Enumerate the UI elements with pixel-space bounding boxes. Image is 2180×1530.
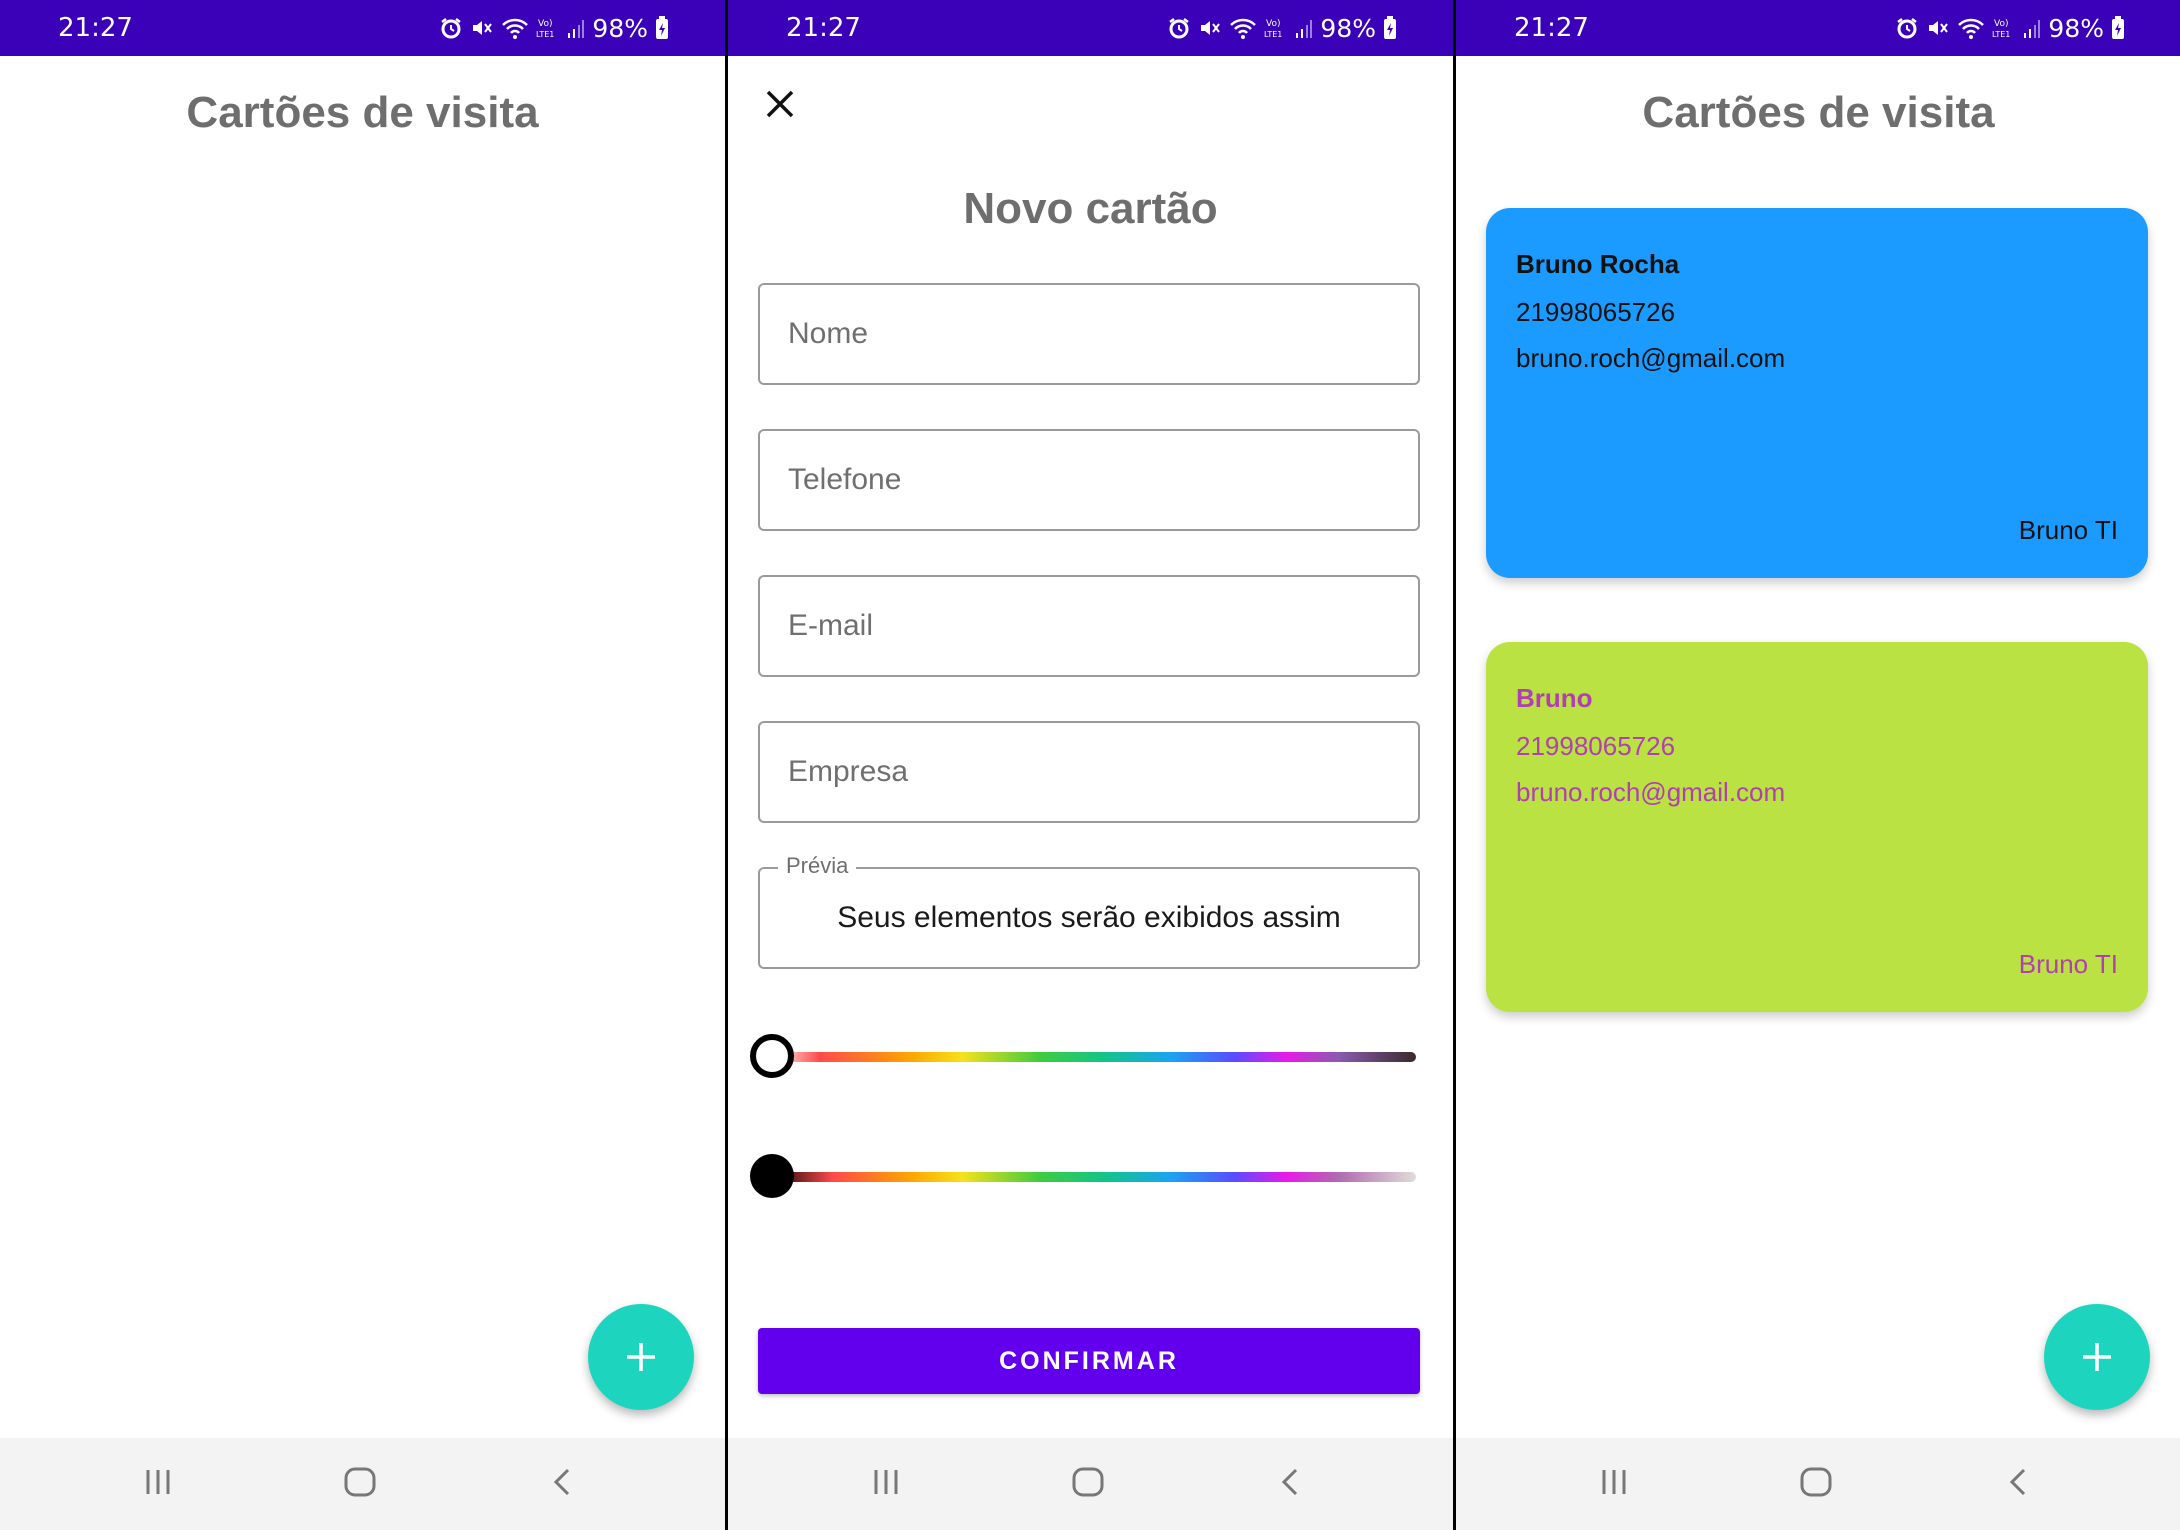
- wifi-icon: [1230, 18, 1257, 39]
- slider-track[interactable]: [768, 1172, 1416, 1182]
- svg-text:Vo): Vo): [1266, 19, 1280, 29]
- alarm-icon: [1169, 18, 1190, 39]
- recents-icon[interactable]: [870, 1464, 902, 1500]
- alarm-icon: [441, 18, 462, 39]
- confirm-button[interactable]: CONFIRMAR: [758, 1328, 1420, 1394]
- slider-thumb[interactable]: [750, 1154, 794, 1198]
- preview-box: Prévia Seus elementos serão exibidos ass…: [758, 853, 1420, 969]
- mute-icon: [1201, 21, 1221, 35]
- status-time: 21:27: [786, 13, 861, 43]
- battery-icon: [656, 16, 668, 39]
- email-field[interactable]: [758, 575, 1420, 677]
- navigation-bar: [0, 1438, 725, 1530]
- wifi-icon: [1958, 18, 1985, 39]
- navigation-bar: [728, 1438, 1453, 1530]
- status-time: 21:27: [1514, 13, 1589, 43]
- card-company: Bruno TI: [2018, 949, 2118, 979]
- close-button[interactable]: [758, 82, 802, 126]
- navigation-bar: [1456, 1438, 2180, 1530]
- card-phone: 21998065726: [1516, 297, 1676, 327]
- business-card[interactable]: Bruno Rocha 21998065726 bruno.roch@gmail…: [1486, 208, 2148, 578]
- screen-card-list: 21:27 Vo) LTE1 98% Cartões de visita Brun…: [1456, 0, 2180, 1530]
- svg-text:Vo): Vo): [538, 19, 552, 29]
- home-icon[interactable]: [1798, 1464, 1834, 1500]
- card-company: Bruno TI: [2018, 515, 2118, 545]
- slider-thumb[interactable]: [750, 1034, 794, 1078]
- screen-empty-list: 21:27 Vo) LTE1 98% Cartões de visita: [0, 0, 725, 1530]
- background-color-slider[interactable]: [750, 1031, 1426, 1081]
- card-email: bruno.roch@gmail.com: [1516, 343, 1786, 373]
- status-icons: Vo) LTE1 98%: [1167, 0, 1397, 56]
- back-icon[interactable]: [548, 1464, 578, 1500]
- plus-icon: [2083, 1343, 2111, 1371]
- home-icon[interactable]: [1070, 1464, 1106, 1500]
- company-input[interactable]: [760, 754, 1418, 790]
- battery-level: 98%: [592, 13, 648, 43]
- wifi-icon: [502, 18, 529, 39]
- page-title: Cartões de visita: [186, 88, 539, 137]
- card-phone: 21998065726: [1516, 731, 1676, 761]
- email-input[interactable]: [760, 608, 1418, 644]
- svg-text:LTE1: LTE1: [536, 30, 554, 39]
- home-icon[interactable]: [342, 1464, 378, 1500]
- form-title: Novo cartão: [963, 184, 1218, 233]
- business-card[interactable]: Bruno 21998065726 bruno.roch@gmail.com B…: [1486, 642, 2148, 1012]
- card-name: Bruno Rocha: [1516, 249, 1680, 279]
- company-field[interactable]: [758, 721, 1420, 823]
- battery-icon: [2112, 16, 2124, 39]
- status-icons: Vo) LTE1 98%: [1895, 0, 2125, 56]
- signal-icon: [2024, 20, 2041, 38]
- status-bar: 21:27 Vo) LTE1 98%: [0, 0, 725, 56]
- add-card-button[interactable]: [2044, 1304, 2150, 1410]
- card-name: Bruno: [1516, 683, 1593, 713]
- card-email: bruno.roch@gmail.com: [1516, 777, 1786, 807]
- slider-track[interactable]: [768, 1052, 1416, 1062]
- status-bar: 21:27 Vo) LTE1 98%: [728, 0, 1453, 56]
- signal-icon: [1296, 20, 1313, 38]
- name-field[interactable]: [758, 283, 1420, 385]
- back-icon[interactable]: [2004, 1464, 2034, 1500]
- svg-text:LTE1: LTE1: [1264, 30, 1282, 39]
- status-bar: 21:27 Vo) LTE1 98%: [1456, 0, 2180, 56]
- recents-icon[interactable]: [1598, 1464, 1630, 1500]
- battery-level: 98%: [1320, 13, 1376, 43]
- signal-icon: [568, 20, 585, 38]
- volte-icon: Vo)LTE1: [1992, 19, 2010, 39]
- back-icon[interactable]: [1276, 1464, 1306, 1500]
- mute-icon: [473, 21, 493, 35]
- text-color-slider[interactable]: [750, 1151, 1426, 1201]
- alarm-icon: [1897, 18, 1918, 39]
- svg-text:LTE1: LTE1: [1992, 30, 2010, 39]
- preview-text: Seus elementos serão exibidos assim: [837, 901, 1341, 934]
- volte-icon: Vo)LTE1: [536, 19, 554, 39]
- phone-field[interactable]: [758, 429, 1420, 531]
- name-input[interactable]: [760, 316, 1418, 352]
- mute-icon: [1929, 21, 1949, 35]
- phone-input[interactable]: [760, 462, 1418, 498]
- recents-icon[interactable]: [142, 1464, 174, 1500]
- status-icons: Vo) LTE1 98%: [439, 0, 669, 56]
- status-time: 21:27: [58, 13, 133, 43]
- battery-level: 98%: [2048, 13, 2104, 43]
- add-card-button[interactable]: [588, 1304, 694, 1410]
- close-icon: [766, 90, 794, 118]
- battery-icon: [1384, 16, 1396, 39]
- volte-icon: Vo)LTE1: [1264, 19, 1282, 39]
- svg-text:Vo): Vo): [1994, 19, 2008, 29]
- page-title: Cartões de visita: [1642, 88, 1995, 137]
- screen-new-card: 21:27 Vo)LTE1 98% Novo cartão Prévia Seu…: [728, 0, 1453, 1530]
- plus-icon: [627, 1343, 655, 1371]
